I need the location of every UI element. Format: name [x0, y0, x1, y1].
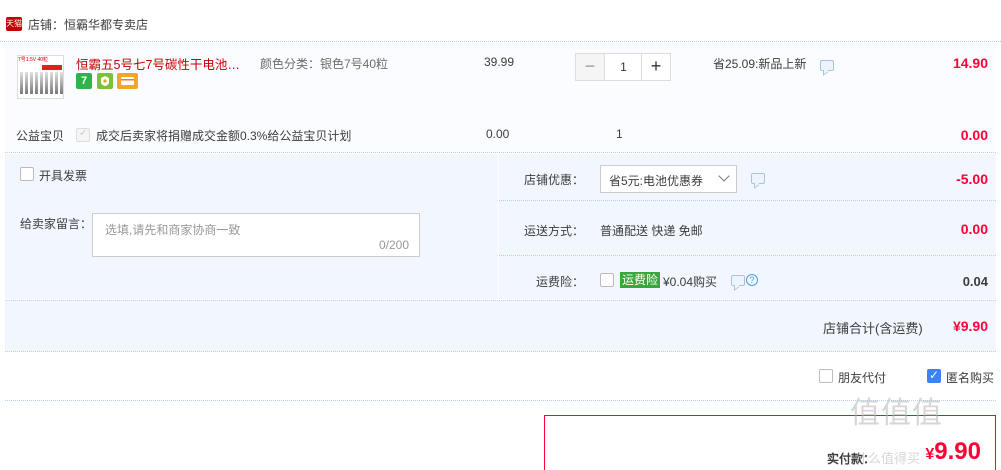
- friend-pay-label[interactable]: 朋友代付: [838, 369, 886, 386]
- quantity-stepper[interactable]: − 1 +: [575, 53, 671, 81]
- payment-value: 9.90: [934, 438, 981, 465]
- battery-graphic: [40, 72, 43, 94]
- memo-label: 给卖家留言：: [20, 217, 93, 231]
- anonymous-checkbox[interactable]: [927, 368, 941, 383]
- site-watermark-sub: 什么值得买: [855, 452, 921, 467]
- battery-graphic: [55, 72, 58, 94]
- shop-header: [0, 0, 1001, 42]
- shop-coupon-select[interactable]: 省5元:电池优惠券: [600, 165, 737, 193]
- friend-pay-checkbox[interactable]: [819, 369, 833, 383]
- increase-quantity-button[interactable]: +: [641, 54, 670, 80]
- charity-amount: 0.00: [960, 127, 988, 143]
- shop-name[interactable]: 店铺：恒霸华都专卖店: [28, 16, 148, 33]
- payment-amount: ¥9.90: [925, 438, 981, 466]
- divider: [499, 255, 996, 256]
- product-thumbnail[interactable]: 7号1.5V 40粒: [17, 55, 64, 99]
- charity-label: 公益宝贝: [16, 129, 65, 143]
- item-discount: 省25.09:新品上新: [713, 57, 807, 71]
- credit-card-icon[interactable]: [117, 73, 138, 89]
- insurance-info-icon[interactable]: [731, 275, 745, 286]
- anonymous-label[interactable]: 匿名购买: [946, 369, 994, 386]
- battery-graphic: [45, 72, 48, 94]
- insurance-checkbox[interactable]: [600, 273, 614, 287]
- charity-price: 0.00: [486, 127, 510, 141]
- shop-total-amount: ¥9.90: [952, 318, 988, 334]
- memo-char-counter: 0/200: [378, 238, 409, 252]
- sku-info: 颜色分类：银色7号40粒: [260, 57, 389, 71]
- shop-discount-amount: -5.00: [956, 171, 988, 187]
- memo-placeholder: 选填,请先和商家协商一致: [105, 223, 241, 237]
- memo-textarea[interactable]: 选填,请先和商家协商一致 0/200: [92, 213, 420, 257]
- battery-graphic: [25, 72, 28, 94]
- decrease-quantity-button[interactable]: −: [576, 54, 605, 80]
- insurance-price: ¥0.04购买: [663, 275, 718, 289]
- quantity-input[interactable]: 1: [606, 54, 641, 80]
- shop-discount-label: 店铺优惠：: [524, 173, 585, 187]
- insurance-label: 运费险：: [536, 275, 585, 289]
- battery-graphic: [60, 72, 63, 94]
- guarantee-icon[interactable]: [97, 73, 113, 89]
- shop-coupon-selected: 省5元:电池优惠券: [609, 174, 704, 188]
- invoice-label[interactable]: 开具发票: [39, 167, 87, 184]
- shipping-label: 运送方式：: [524, 224, 585, 238]
- charity-quantity: 1: [616, 127, 623, 141]
- currency-symbol: ¥: [925, 446, 935, 463]
- insurance-amount: 0.04: [962, 274, 988, 289]
- shipping-method: 普通配送 快递 免邮: [600, 224, 703, 238]
- shipping-amount: 0.00: [960, 221, 988, 237]
- unit-price: 39.99: [484, 55, 515, 69]
- charity-description: 成交后卖家将捐赠成交金额0.3%给公益宝贝计划: [96, 129, 352, 143]
- battery-graphic: [50, 72, 53, 94]
- seven-day-return-icon[interactable]: 7: [76, 73, 92, 89]
- thumbnail-tag: [42, 65, 62, 70]
- battery-graphic: [20, 72, 23, 94]
- divider: [5, 400, 996, 401]
- site-watermark: 值值值: [850, 396, 943, 431]
- help-icon[interactable]: ?: [746, 274, 758, 286]
- product-title-link[interactable]: 恒霸五5号七7号碳性干电池儿…: [76, 54, 251, 73]
- divider: [499, 200, 996, 201]
- item-subtotal: 14.90: [952, 55, 988, 71]
- charity-checkbox: [76, 128, 90, 142]
- battery-graphic: [35, 72, 38, 94]
- chevron-down-icon: [718, 170, 730, 182]
- invoice-checkbox[interactable]: [20, 167, 34, 181]
- battery-graphic: [30, 72, 33, 94]
- tmall-icon: 天猫: [6, 17, 22, 31]
- coupon-info-icon[interactable]: [751, 173, 765, 184]
- discount-info-icon[interactable]: [820, 60, 834, 71]
- thumbnail-text: 7号1.5V 40粒: [18, 57, 49, 63]
- insurance-tag: 运费险: [620, 272, 661, 288]
